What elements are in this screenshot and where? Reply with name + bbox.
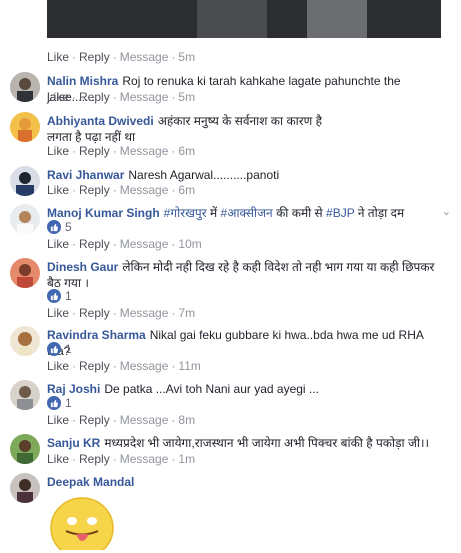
comment-author[interactable]: Sanju KR [47,436,100,450]
like-link[interactable]: Like [47,237,69,251]
comment-text: लेकिन मोदी नही दिख रहे है कही विदेश तो न… [122,260,435,274]
comment-author[interactable]: Nalin Mishra [47,74,118,88]
reply-link[interactable]: Reply [79,183,110,197]
avatar[interactable] [10,326,40,356]
like-link[interactable]: Like [47,452,69,466]
message-link[interactable]: Message [120,306,169,320]
reply-link[interactable]: Reply [79,90,110,104]
comment-text: मध्यप्रदेश भी जायेगा,राजस्थान भी जायेगा … [104,436,430,450]
tongue-emoji-sticker[interactable] [48,494,116,553]
reply-link[interactable]: Reply [79,452,110,466]
timestamp[interactable]: 7m [178,306,195,320]
like-link[interactable]: Like [47,306,69,320]
reaction-count[interactable]: 1 [47,341,72,357]
message-link[interactable]: Message [120,359,169,373]
comment-text-line2: लगता है पढ़ा नहीं था [47,130,136,144]
comment-text: Naresh Agarwal..........panoti [128,168,280,182]
comment-author[interactable]: Ravindra Sharma [47,328,146,342]
like-link[interactable]: Like [47,144,69,158]
avatar[interactable] [10,380,40,410]
post-actions: Like · Reply · Message · 5m [47,50,196,64]
thumbs-up-icon [47,396,61,410]
timestamp[interactable]: 5m [178,90,195,104]
reply-link[interactable]: Reply [79,359,110,373]
comment: Abhiyanta Dwivedi अहंकार मनुष्य के सर्वना… [47,113,439,145]
comment-actions: Like · Reply · Message · 10m [47,237,202,251]
reply-link[interactable]: Reply [79,413,110,427]
thumbs-up-icon [47,342,61,356]
comment-actions: Like · Reply · Message · 7m [47,306,196,320]
avatar[interactable] [10,72,40,102]
comment-author[interactable]: Ravi Jhanwar [47,168,124,182]
timestamp[interactable]: 8m [178,413,195,427]
message-link[interactable]: Message [120,452,169,466]
comment: Deepak Mandal [47,474,439,490]
hashtag[interactable]: #BJP [326,206,354,220]
message-link[interactable]: Message [120,144,169,158]
timestamp[interactable]: 11m [178,359,200,373]
comment: Ravindra Sharma Nikal gai feku gubbare ki… [47,327,439,359]
comment: Sanju KR मध्यप्रदेश भी जायेगा,राजस्थान भी… [47,435,439,451]
comment-actions: Like · Reply · Message · 8m [47,413,196,427]
reply-link[interactable]: Reply [79,144,110,158]
avatar[interactable] [10,258,40,288]
comment-author[interactable]: Manoj Kumar Singh [47,206,160,220]
message-link[interactable]: Message [120,183,169,197]
thumbs-up-icon [47,220,61,234]
message-link[interactable]: Message [120,50,169,64]
comment: Manoj Kumar Singh #गोरखपुर में #आक्सीजन क… [47,206,405,220]
comment-actions: Like · Reply · Message · 5m [47,90,196,104]
like-link[interactable]: Like [47,50,69,64]
comment-author[interactable]: Deepak Mandal [47,475,134,489]
reaction-count[interactable]: 5 [47,219,72,235]
reaction-count[interactable]: 1 [47,288,72,304]
shared-photo[interactable] [47,0,441,38]
hashtag[interactable]: #आक्सीजन [221,206,273,220]
timestamp[interactable]: 1m [178,452,195,466]
reply-link[interactable]: Reply [79,306,110,320]
comment-author[interactable]: Raj Joshi [47,382,100,396]
timestamp[interactable]: 6m [178,183,195,197]
comment-author[interactable]: Abhiyanta Dwivedi [47,114,154,128]
message-link[interactable]: Message [120,90,169,104]
like-link[interactable]: Like [47,359,69,373]
comment-actions: Like · Reply · Message · 1m [47,452,196,466]
comment-author[interactable]: Dinesh Gaur [47,260,118,274]
reply-link[interactable]: Reply [79,237,110,251]
thumbs-up-icon [47,289,61,303]
like-link[interactable]: Like [47,413,69,427]
avatar[interactable] [10,166,40,196]
comment-actions: Like · Reply · Message · 6m [47,183,196,197]
reaction-count[interactable]: 1 [47,395,72,411]
message-link[interactable]: Message [120,237,169,251]
timestamp[interactable]: 10m [178,237,201,251]
comment-actions: Like · Reply · Message · 11m [47,359,201,373]
like-link[interactable]: Like [47,183,69,197]
reply-link[interactable]: Reply [79,50,110,64]
comment-text: De patka ...Avi toh Nani aur yad ayegi .… [104,382,319,396]
avatar[interactable] [10,434,40,464]
avatar[interactable] [10,473,40,503]
comment: Ravi Jhanwar Naresh Agarwal..........pano… [47,167,439,183]
comment-actions: Like · Reply · Message · 6m [47,144,196,158]
timestamp[interactable]: 6m [178,144,195,158]
hashtag[interactable]: #गोरखपुर [164,206,207,220]
comment: Dinesh Gaur लेकिन मोदी नही दिख रहे है कही… [47,259,439,291]
avatar[interactable] [10,204,40,234]
like-link[interactable]: Like [47,90,69,104]
message-link[interactable]: Message [120,413,169,427]
comment: Raj Joshi De patka ...Avi toh Nani aur ya… [47,381,439,397]
avatar[interactable] [10,112,40,142]
comment-text: अहंकार मनुष्य के सर्वनाश का कारण है [157,114,323,128]
chevron-down-icon[interactable]: ⌄ [442,205,451,218]
timestamp[interactable]: 5m [178,50,195,64]
